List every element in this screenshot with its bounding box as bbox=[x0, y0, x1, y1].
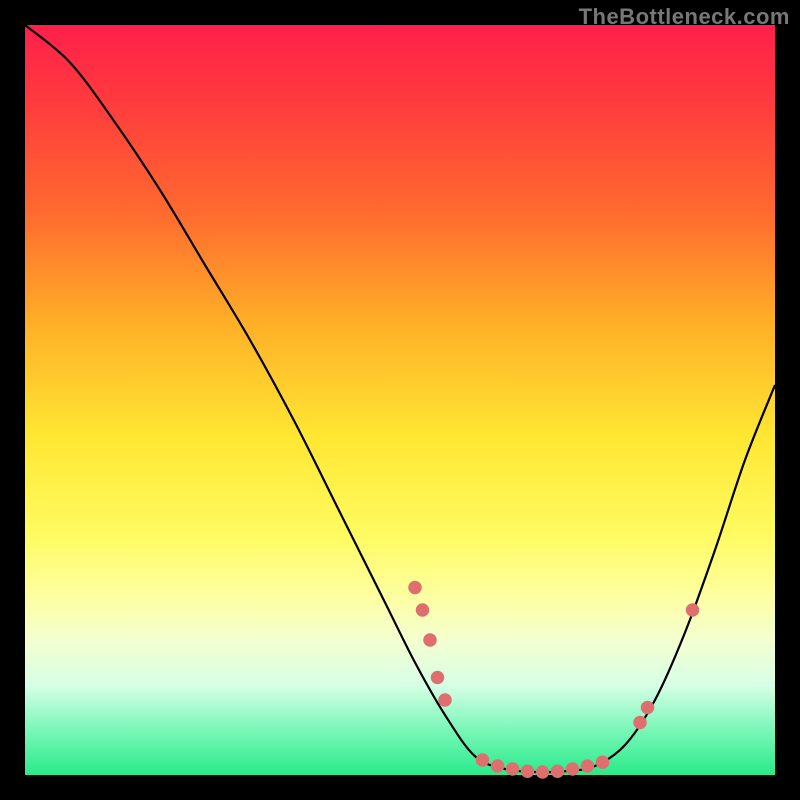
data-marker bbox=[686, 603, 700, 617]
data-marker bbox=[596, 756, 610, 770]
bottleneck-gradient-plot bbox=[25, 25, 775, 775]
data-marker bbox=[416, 603, 429, 617]
data-marker bbox=[521, 765, 535, 779]
chart-svg bbox=[25, 25, 775, 775]
data-marker bbox=[491, 759, 504, 773]
data-marker bbox=[506, 762, 520, 776]
data-marker bbox=[566, 762, 580, 776]
data-marker bbox=[431, 671, 444, 685]
marker-group bbox=[408, 581, 699, 779]
data-marker bbox=[581, 759, 595, 773]
data-marker bbox=[438, 693, 451, 707]
data-marker bbox=[423, 633, 436, 647]
data-marker bbox=[536, 765, 550, 779]
data-marker bbox=[633, 716, 647, 730]
data-marker bbox=[551, 765, 565, 779]
bottleneck-curve bbox=[25, 25, 775, 772]
data-marker bbox=[408, 581, 421, 595]
data-marker bbox=[476, 753, 489, 767]
data-marker bbox=[641, 701, 655, 715]
